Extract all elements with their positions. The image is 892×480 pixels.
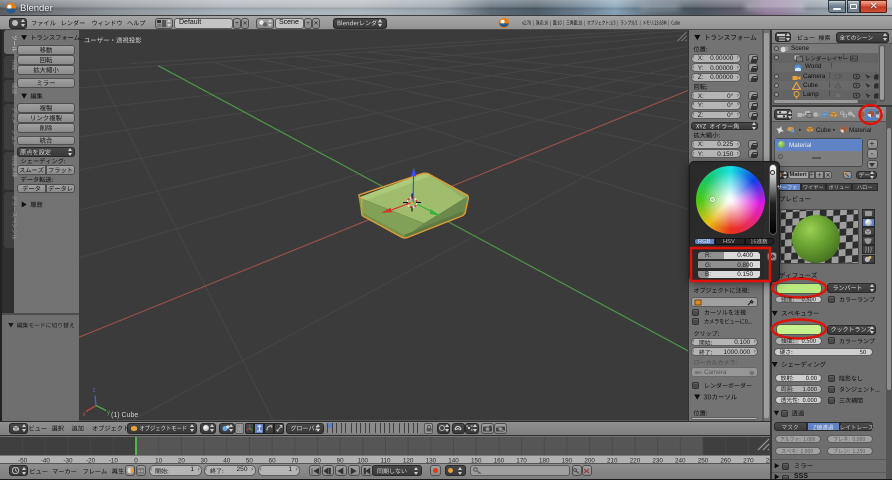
svg-text:y: y xyxy=(107,410,110,416)
svg-text:(1) Cube: (1) Cube xyxy=(111,412,138,419)
svg-text:x: x xyxy=(82,412,85,418)
svg-text:z: z xyxy=(92,388,95,394)
